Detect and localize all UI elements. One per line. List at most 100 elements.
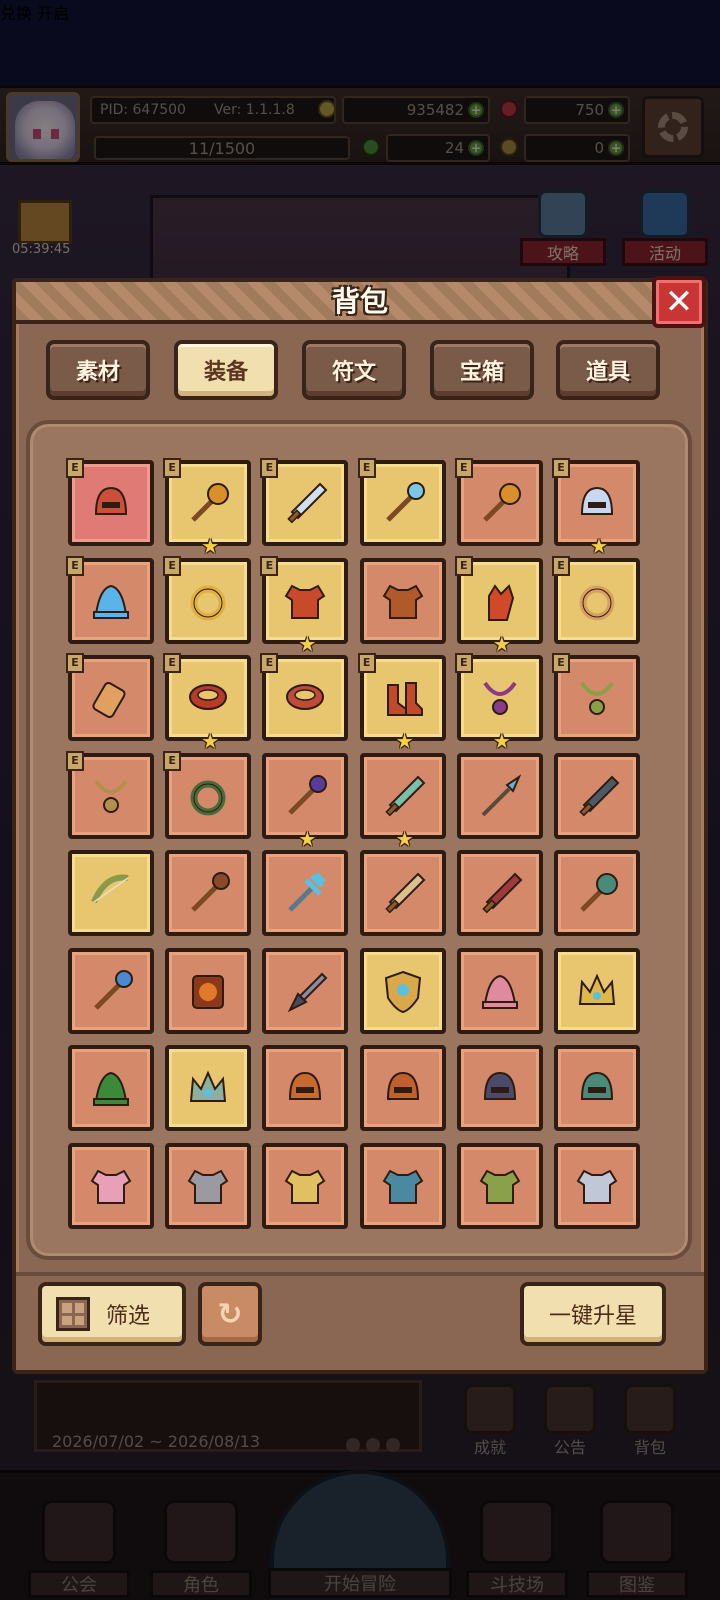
inventory-slot[interactable] [262, 1045, 349, 1131]
inventory-slot[interactable] [262, 1142, 349, 1229]
inventory-slot[interactable] [359, 947, 446, 1034]
inventory-slot[interactable] [554, 752, 640, 839]
close-button[interactable]: ✕ [652, 276, 706, 328]
sword-icon [287, 482, 328, 524]
inventory-slot[interactable] [68, 1045, 154, 1131]
equipped-badge: E [454, 555, 473, 576]
inventory-slot[interactable]: E [66, 750, 154, 839]
glove-icon [487, 583, 514, 621]
inventory-slot[interactable]: E [552, 555, 640, 644]
tab-materials[interactable]: 素材 [46, 340, 150, 400]
armor-icon [90, 1169, 132, 1204]
mace-icon [580, 873, 618, 912]
inventory-slot[interactable]: E [66, 555, 154, 644]
inventory-slot[interactable]: ★ [262, 752, 349, 849]
ring-icon [579, 585, 615, 620]
inventory-slot[interactable]: E [66, 458, 154, 546]
armor-icon [382, 584, 423, 619]
upgrade-all-button[interactable]: 一键升星 [520, 1282, 666, 1346]
equipped-badge: E [357, 458, 376, 478]
grid-icon [56, 1297, 90, 1331]
mace-icon [483, 483, 521, 522]
inventory-slot[interactable] [554, 947, 640, 1034]
inventory-slot[interactable]: E ★ [163, 458, 252, 556]
equipped-badge: E [552, 555, 570, 576]
scene-sign: 兑换 开启 [0, 4, 70, 23]
staff-icon [385, 482, 425, 522]
inventory-slot[interactable] [456, 752, 543, 839]
inventory-slot[interactable]: E [454, 458, 543, 546]
filter-button[interactable]: 筛选 [38, 1282, 186, 1346]
tab-items[interactable]: 道具 [556, 340, 660, 400]
inventory-slot[interactable]: E [163, 555, 252, 644]
inventory-slot[interactable] [262, 947, 349, 1034]
inventory-slot[interactable] [165, 1045, 252, 1131]
inventory-slot[interactable]: E [260, 458, 349, 546]
inventory-slot[interactable]: E [66, 653, 154, 741]
inventory-slot[interactable]: E ★ [260, 555, 349, 654]
panel-title: 背包 [331, 285, 388, 318]
game-screen: 兑换 开启 PID: 647500 Ver: 1.1.1.8 935482 + … [0, 0, 720, 1600]
inventory-slot[interactable] [262, 850, 349, 936]
inventory-slot[interactable]: E ★ [552, 458, 640, 556]
star-icon: ★ [395, 826, 414, 851]
inventory-slot[interactable] [68, 1142, 154, 1229]
necklace-icon [483, 681, 517, 715]
star-icon: ★ [492, 729, 511, 753]
belt-icon [286, 684, 325, 710]
inventory-slot[interactable] [359, 1142, 446, 1229]
inventory-slot[interactable]: E ★ [163, 653, 252, 751]
armor-icon [576, 1169, 618, 1204]
hat-icon [481, 974, 518, 1009]
hat-icon [93, 584, 129, 619]
inventory-slot[interactable]: E ★ [357, 653, 446, 751]
necklace-icon [94, 779, 128, 813]
equipped-badge: E [357, 653, 376, 673]
necklace-icon [580, 681, 614, 715]
tab-equipment[interactable]: 装备 [174, 340, 278, 400]
inventory-slot[interactable] [554, 1045, 640, 1131]
equipped-badge: E [163, 653, 182, 673]
star-icon: ★ [492, 631, 511, 656]
inventory-slot[interactable] [359, 1045, 446, 1131]
inventory-slot[interactable] [359, 850, 446, 936]
tab-chests[interactable]: 宝箱 [430, 340, 534, 400]
hat-icon [93, 1071, 129, 1106]
inventory-slot[interactable] [554, 1142, 640, 1229]
equipped-badge: E [66, 653, 84, 673]
equipped-badge: E [260, 653, 279, 673]
inventory-slot[interactable]: E [552, 653, 640, 741]
inventory-slot[interactable] [554, 850, 640, 936]
inventory-slot[interactable] [456, 850, 543, 936]
belt-icon [189, 684, 228, 710]
tab-runes[interactable]: 符文 [302, 340, 406, 400]
inventory-slot[interactable] [359, 557, 446, 644]
inventory-slot[interactable] [456, 1045, 543, 1131]
refresh-button[interactable]: ↻ [198, 1282, 262, 1346]
inventory-slot[interactable] [456, 947, 543, 1034]
sword-icon [384, 775, 426, 816]
inventory-slot[interactable] [456, 1142, 543, 1229]
inventory-slot[interactable]: E ★ [454, 653, 543, 751]
inventory-slot[interactable] [165, 850, 252, 936]
inventory-slot[interactable] [165, 1142, 252, 1229]
inventory-slot[interactable] [165, 947, 252, 1034]
helmet-icon [580, 486, 614, 515]
helmet-icon [289, 1071, 322, 1100]
inventory-slot[interactable] [68, 947, 154, 1034]
inventory-slot[interactable]: E [163, 750, 252, 839]
inventory-slot[interactable] [68, 850, 154, 936]
inventory-slot[interactable]: E [357, 458, 446, 546]
equipped-badge: E [163, 458, 182, 478]
sword-icon [384, 872, 426, 914]
staff-icon [191, 872, 231, 912]
inventory-slot[interactable]: E ★ [454, 555, 543, 654]
armor-icon [285, 584, 326, 619]
ring-icon [190, 780, 226, 815]
crown-icon [578, 973, 616, 1005]
inventory-slot[interactable]: E [260, 653, 349, 741]
refresh-icon: ↻ [217, 1296, 243, 1332]
helmet-icon [94, 486, 128, 515]
equipped-badge: E [552, 458, 570, 478]
inventory-slot[interactable]: ★ [359, 752, 446, 849]
